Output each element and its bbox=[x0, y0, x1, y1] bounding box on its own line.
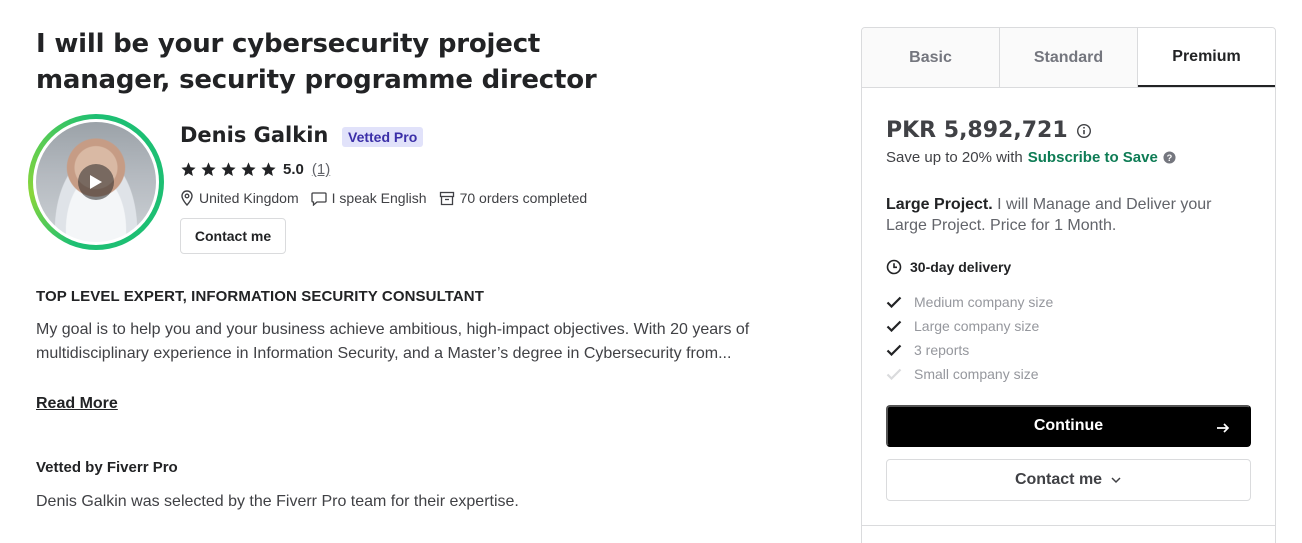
package-description: Large Project. I will Manage and Deliver… bbox=[886, 194, 1256, 236]
help-icon[interactable]: ? bbox=[1163, 151, 1176, 164]
subscribe-row: Save up to 20% with Subscribe to Save ? bbox=[886, 149, 1176, 166]
list-item: Medium company size bbox=[886, 290, 1053, 314]
star-icon bbox=[181, 162, 196, 177]
continue-label: Continue bbox=[1033, 417, 1104, 434]
avatar[interactable] bbox=[36, 122, 156, 242]
arrow-right-icon bbox=[1217, 423, 1230, 433]
contact-me-dropdown-button[interactable]: Contact me bbox=[886, 459, 1251, 501]
price-row: PKR 5,892,721 bbox=[886, 118, 1092, 143]
box-icon bbox=[439, 191, 454, 205]
list-item: Small company size bbox=[886, 362, 1053, 386]
feature-list: Medium company size Large company size 3… bbox=[886, 290, 1053, 386]
subscribe-to-save-link[interactable]: Subscribe to Save bbox=[1028, 149, 1158, 166]
tab-basic[interactable]: Basic bbox=[862, 28, 1000, 87]
rating-count-link[interactable]: (1) bbox=[312, 161, 330, 178]
feature-label: 3 reports bbox=[914, 342, 970, 358]
read-more-link[interactable]: Read More bbox=[36, 395, 118, 413]
seller-rating: 5.0 (1) bbox=[180, 161, 330, 178]
star-icon bbox=[261, 162, 276, 177]
package-price: PKR 5,892,721 bbox=[886, 118, 1068, 143]
star-icon bbox=[241, 162, 256, 177]
list-item: Large company size bbox=[886, 314, 1053, 338]
play-icon[interactable] bbox=[78, 164, 114, 200]
info-icon[interactable] bbox=[1076, 123, 1092, 139]
check-icon bbox=[886, 320, 902, 332]
continue-button[interactable]: Continue bbox=[886, 405, 1251, 447]
package-description-title: Large Project. bbox=[886, 196, 993, 213]
check-icon bbox=[886, 344, 902, 356]
contact-label: Contact me bbox=[1014, 471, 1103, 488]
location-pin-icon bbox=[181, 190, 193, 206]
about-headline: TOP LEVEL EXPERT, INFORMATION SECURITY C… bbox=[36, 288, 484, 305]
feature-label: Medium company size bbox=[914, 294, 1054, 310]
contact-me-button[interactable]: Contact me bbox=[180, 218, 286, 254]
divider bbox=[862, 525, 1275, 526]
rating-value: 5.0 bbox=[283, 161, 304, 178]
svg-text:?: ? bbox=[1166, 153, 1172, 163]
check-icon bbox=[886, 368, 902, 380]
seller-avatar-ring[interactable] bbox=[28, 114, 164, 250]
package-tabs: Basic Standard Premium bbox=[862, 28, 1275, 88]
check-icon bbox=[886, 296, 902, 308]
seller-meta: United Kingdom I speak English 70 orders… bbox=[180, 190, 599, 206]
package-panel: Basic Standard Premium PKR 5,892,721 Sav… bbox=[861, 27, 1276, 543]
tab-premium[interactable]: Premium bbox=[1138, 28, 1275, 87]
star-icon bbox=[221, 162, 236, 177]
orders-item: 70 orders completed bbox=[439, 190, 588, 206]
chat-bubble-icon bbox=[310, 191, 327, 206]
tab-standard[interactable]: Standard bbox=[1000, 28, 1138, 87]
star-icon bbox=[201, 162, 216, 177]
clock-icon bbox=[886, 259, 902, 275]
seller-name[interactable]: Denis Galkin bbox=[180, 123, 328, 147]
list-item: 3 reports bbox=[886, 338, 1053, 362]
vetted-pro-badge: Vetted Pro bbox=[342, 127, 424, 147]
about-description: My goal is to help you and your business… bbox=[36, 321, 750, 362]
orders-text: 70 orders completed bbox=[459, 190, 588, 206]
location-item: United Kingdom bbox=[180, 190, 299, 206]
feature-label: Large company size bbox=[914, 318, 1040, 334]
vetted-text: Denis Galkin was selected by the Fiverr … bbox=[36, 493, 519, 510]
save-prefix: Save up to 20% with bbox=[886, 149, 1023, 166]
language-text: I speak English bbox=[331, 190, 427, 206]
delivery-text: 30-day delivery bbox=[910, 259, 1012, 275]
vetted-heading: Vetted by Fiverr Pro bbox=[36, 459, 178, 476]
location-text: United Kingdom bbox=[199, 190, 299, 206]
chevron-down-icon bbox=[1111, 477, 1121, 484]
gig-title: I will be your cybersecurity project man… bbox=[36, 29, 597, 95]
feature-label: Small company size bbox=[914, 366, 1039, 382]
delivery-time: 30-day delivery bbox=[886, 259, 1011, 275]
language-item: I speak English bbox=[310, 190, 427, 206]
